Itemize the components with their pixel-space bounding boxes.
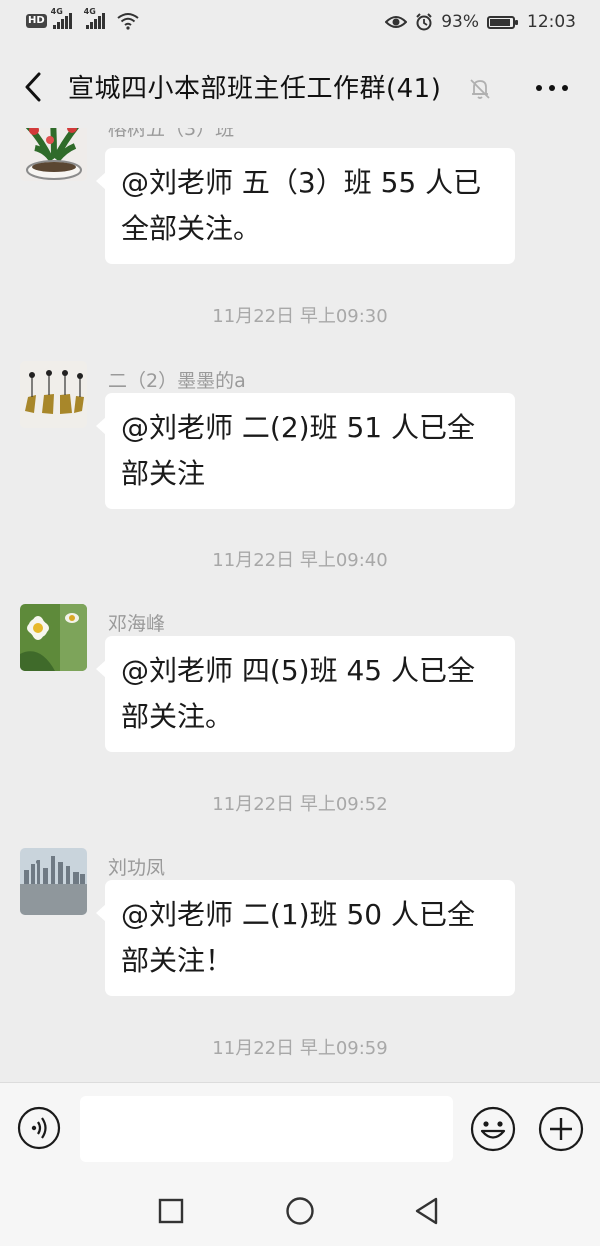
sender-name: 刘功凤 bbox=[108, 857, 166, 879]
eye-icon bbox=[385, 16, 408, 28]
battery-percent: 93% bbox=[441, 12, 479, 32]
signal-icon: 4G bbox=[51, 7, 72, 29]
message-bubble[interactable]: @刘老师 二(2)班 51 人已全部关注 bbox=[96, 393, 515, 509]
timestamp: 11月22日 早上09:59 bbox=[212, 1038, 388, 1059]
timestamp: 11月22日 早上09:30 bbox=[212, 306, 388, 327]
input-bar bbox=[0, 1082, 600, 1176]
circle-icon[interactable] bbox=[283, 1194, 317, 1228]
sender-name: 榕树五（3）班 bbox=[108, 128, 235, 140]
narcissus-flower-avatar[interactable] bbox=[20, 604, 87, 671]
city-skyline-avatar[interactable] bbox=[20, 848, 87, 915]
back-button[interactable] bbox=[18, 70, 48, 104]
message-input[interactable] bbox=[80, 1096, 453, 1162]
alarm-icon bbox=[416, 13, 432, 31]
sender-name: 邓海峰 bbox=[108, 613, 166, 635]
triangle-back-icon[interactable] bbox=[410, 1194, 444, 1228]
more-icon bbox=[536, 85, 568, 91]
battery-icon bbox=[487, 15, 518, 29]
message-bubble[interactable]: @刘老师 五（3）班 55 人已全部关注。 bbox=[96, 148, 515, 264]
square-icon[interactable] bbox=[154, 1194, 188, 1228]
message-bubble[interactable]: @刘老师 四(5)班 45 人已全部关注。 bbox=[96, 636, 515, 752]
clock: 12:03 bbox=[527, 12, 576, 32]
status-bar: HD 4G 4G 93% 12:03 bbox=[0, 0, 600, 46]
voice-icon[interactable] bbox=[17, 1106, 61, 1150]
system-nav-bar bbox=[0, 1176, 600, 1246]
chevron-left-icon bbox=[25, 72, 41, 102]
sender-name: 二（2）墨墨的a bbox=[108, 370, 246, 392]
wifi-icon bbox=[117, 13, 139, 30]
hd-indicator: HD bbox=[26, 14, 47, 28]
smiley-icon[interactable] bbox=[470, 1106, 516, 1152]
message-list[interactable]: 榕树五（3）班 @刘老师 五（3）班 55 人已全部关注。 11月22日 早上0… bbox=[0, 128, 600, 1082]
timestamp: 11月22日 早上09:40 bbox=[212, 550, 388, 571]
chat-title: 宣城四小本部班主任工作群(41) bbox=[68, 74, 442, 104]
bell-muted-icon bbox=[470, 79, 490, 99]
chat-header: 宣城四小本部班主任工作群(41) bbox=[0, 46, 600, 128]
plus-icon[interactable] bbox=[538, 1106, 584, 1152]
potted-plant-avatar[interactable] bbox=[20, 128, 87, 181]
message-bubble[interactable]: @刘老师 二(1)班 50 人已全部关注！ bbox=[96, 880, 515, 996]
signal-icon: 4G bbox=[84, 7, 105, 29]
more-button[interactable] bbox=[532, 74, 572, 102]
paper-dolls-avatar[interactable] bbox=[20, 361, 87, 428]
timestamp: 11月22日 早上09:52 bbox=[212, 794, 388, 815]
